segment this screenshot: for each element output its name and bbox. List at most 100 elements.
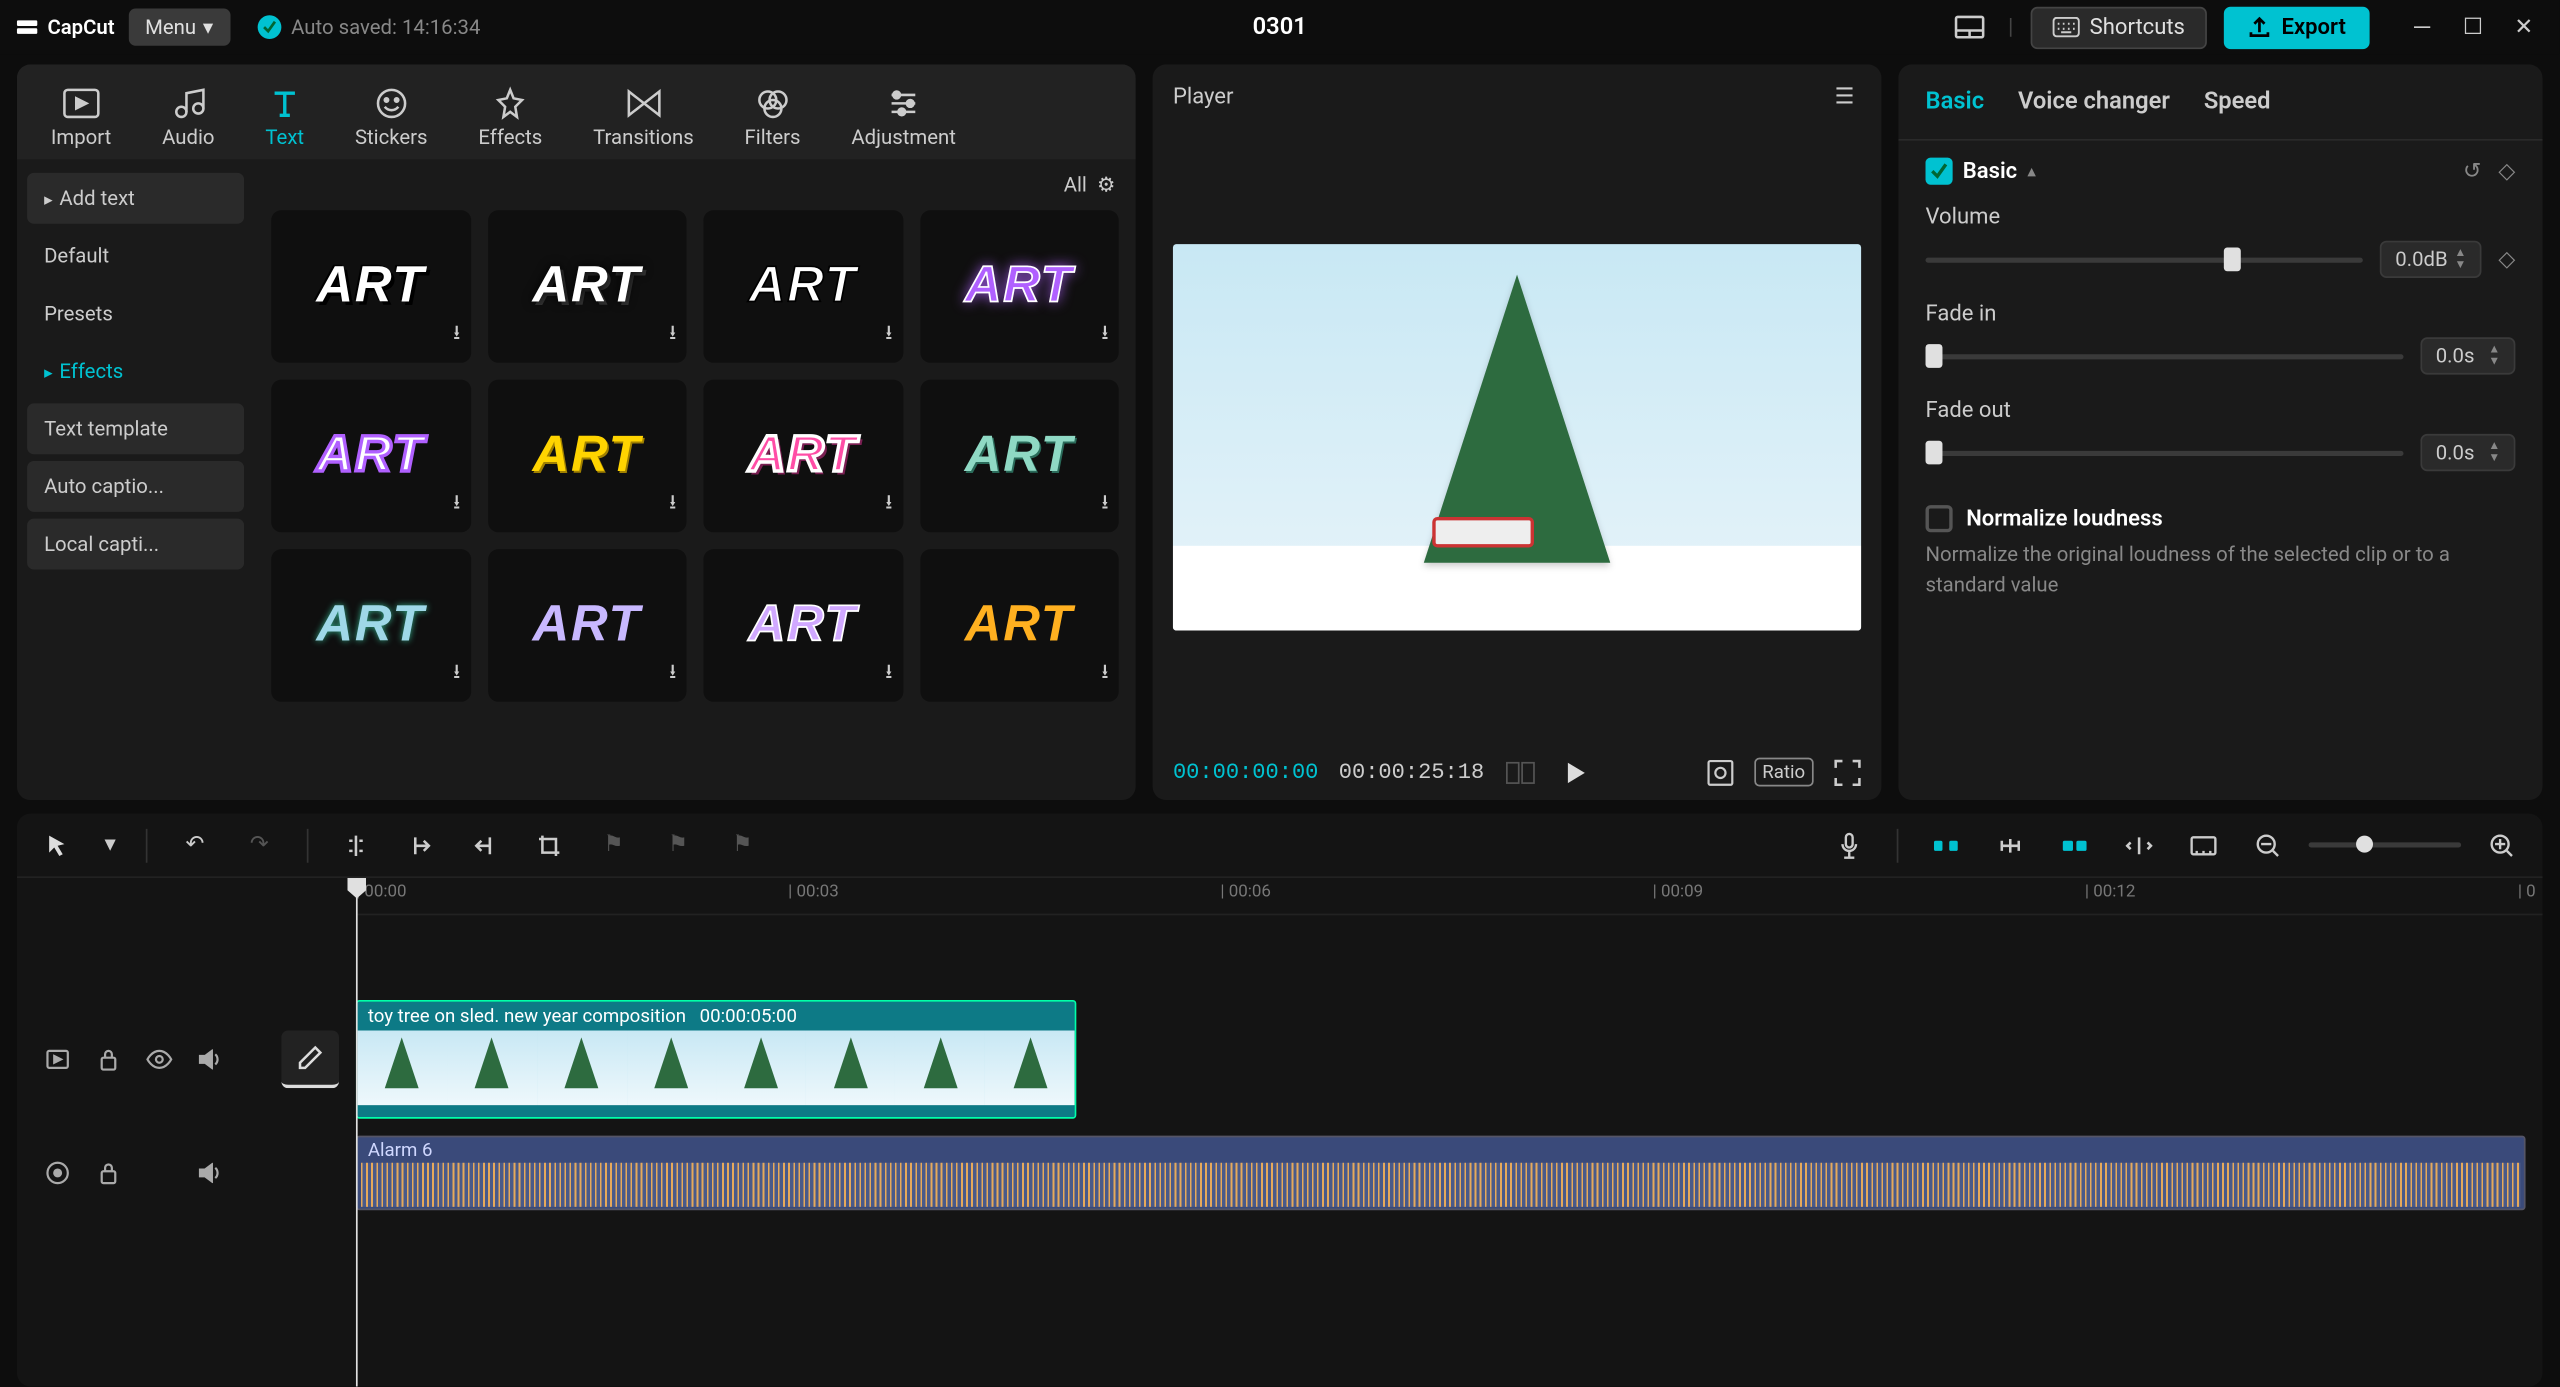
snap-icon[interactable]	[2051, 821, 2098, 868]
video-clip[interactable]: toy tree on sled. new year composition 0…	[356, 1000, 1076, 1119]
track-mute-icon[interactable]	[193, 1042, 227, 1076]
stepper-icon[interactable]: ▲▼	[2488, 441, 2500, 465]
redo-button[interactable]: ↷	[236, 821, 283, 868]
filter-icon[interactable]: ⚙	[1097, 173, 1115, 197]
zoom-slider[interactable]	[2309, 842, 2462, 847]
selection-tool[interactable]	[34, 821, 81, 868]
ratio-button[interactable]: Ratio	[1754, 758, 1814, 787]
download-icon[interactable]: ⭳	[885, 656, 892, 692]
library-tab-stickers[interactable]: Stickers	[338, 75, 445, 160]
section-checkbox-icon[interactable]	[1926, 158, 1953, 185]
properties-tab-speed[interactable]: Speed	[2204, 81, 2271, 122]
download-icon[interactable]: ⭳	[1101, 656, 1108, 692]
link-icon[interactable]	[1987, 821, 2034, 868]
text-effect-tile[interactable]: ART⭳	[271, 549, 470, 702]
volume-value[interactable]: 0.0dB▲▼	[2380, 241, 2481, 278]
download-icon[interactable]: ⭳	[885, 486, 892, 522]
maximize-button[interactable]: ☐	[2451, 5, 2495, 49]
track-lock-icon[interactable]	[92, 1042, 126, 1076]
text-effect-tile[interactable]: ART⭳	[271, 380, 470, 533]
download-icon[interactable]: ⭳	[453, 486, 460, 522]
crop-tool[interactable]	[525, 821, 572, 868]
fadein-slider[interactable]	[1926, 353, 2404, 358]
basic-section-header[interactable]: Basic ▴ ↺ ◇	[1926, 158, 2516, 185]
track-lock-icon[interactable]	[92, 1156, 126, 1190]
player-viewport[interactable]	[1153, 131, 1882, 745]
text-effect-tile[interactable]: ART⭳	[703, 210, 902, 363]
undo-button[interactable]: ↶	[171, 821, 218, 868]
stepper-icon[interactable]: ▲▼	[2488, 344, 2500, 368]
text-effect-tile[interactable]: ART⭳	[920, 380, 1119, 533]
play-button[interactable]	[1562, 760, 1586, 784]
track-video-icon[interactable]	[41, 1042, 75, 1076]
checkbox-empty-icon[interactable]	[1926, 505, 1953, 532]
download-icon[interactable]: ⭳	[669, 317, 676, 353]
magnet-icon[interactable]	[1922, 821, 1969, 868]
library-tab-import[interactable]: Import	[34, 75, 128, 160]
normalize-row[interactable]: Normalize loudness	[1926, 505, 2516, 532]
audio-clip[interactable]: Alarm 6	[356, 1136, 2526, 1211]
text-effect-tile[interactable]: ART⭳	[487, 380, 686, 533]
download-icon[interactable]: ⭳	[669, 656, 676, 692]
playhead[interactable]	[356, 878, 358, 1387]
scale-icon[interactable]	[1706, 759, 1733, 786]
track-mute-icon[interactable]	[193, 1156, 227, 1190]
layout-icon[interactable]	[1947, 8, 1991, 45]
text-effect-tile[interactable]: ART⭳	[271, 210, 470, 363]
volume-slider[interactable]	[1926, 257, 2364, 262]
text-effect-tile[interactable]: ART⭳	[703, 380, 902, 533]
marker-b-tool[interactable]: ⚑	[654, 821, 701, 868]
fullscreen-icon[interactable]	[1834, 759, 1861, 786]
properties-tab-basic[interactable]: Basic	[1926, 81, 1985, 122]
shortcuts-button[interactable]: Shortcuts	[2030, 6, 2207, 48]
menu-button[interactable]: Menu ▾	[128, 8, 230, 45]
timeline-ruler[interactable]: | 00:00| 00:03| 00:06| 00:09| 00:12| 0	[356, 878, 2543, 915]
library-tab-effects[interactable]: Effects	[461, 75, 559, 160]
download-icon[interactable]: ⭳	[1101, 486, 1108, 522]
selection-dropdown[interactable]: ▾	[98, 821, 122, 868]
download-icon[interactable]: ⭳	[885, 317, 892, 353]
marker-c-tool[interactable]: ⚑	[719, 821, 766, 868]
library-tab-transitions[interactable]: Transitions	[576, 75, 710, 160]
zoom-out-icon[interactable]	[2244, 821, 2291, 868]
sidebar-item-default[interactable]: Default	[27, 231, 244, 282]
export-button[interactable]: Export	[2224, 6, 2370, 48]
sidebar-item-template[interactable]: Text template	[27, 403, 244, 454]
download-icon[interactable]: ⭳	[453, 317, 460, 353]
split-tool[interactable]	[332, 821, 379, 868]
keyframe-icon[interactable]: ◇	[2498, 158, 2515, 183]
text-effect-tile[interactable]: ART⭳	[703, 549, 902, 702]
library-tab-filters[interactable]: Filters	[728, 75, 818, 160]
microphone-icon[interactable]	[1826, 821, 1873, 868]
cover-icon[interactable]	[2180, 821, 2227, 868]
close-button[interactable]: ✕	[2502, 5, 2546, 49]
marker-a-tool[interactable]: ⚑	[590, 821, 637, 868]
minimize-button[interactable]: ─	[2400, 5, 2444, 49]
text-effect-tile[interactable]: ART⭳	[920, 210, 1119, 363]
library-tab-audio[interactable]: Audio	[145, 75, 231, 160]
sidebar-item-localcap[interactable]: Local capti...	[27, 519, 244, 570]
properties-tab-voice[interactable]: Voice changer	[2018, 81, 2170, 122]
compare-icon[interactable]	[1505, 760, 1536, 784]
download-icon[interactable]: ⭳	[453, 656, 460, 692]
sidebar-item-autocap[interactable]: Auto captio...	[27, 461, 244, 512]
download-icon[interactable]: ⭳	[1101, 317, 1108, 353]
reset-icon[interactable]: ↺	[2463, 158, 2481, 183]
sidebar-item-effects[interactable]: ▸Effects	[27, 346, 244, 397]
library-tab-text[interactable]: Text	[248, 75, 321, 160]
library-tab-adjustment[interactable]: Adjustment	[834, 75, 972, 160]
fadeout-slider[interactable]	[1926, 450, 2404, 455]
text-effect-tile[interactable]: ART⭳	[920, 549, 1119, 702]
download-icon[interactable]: ⭳	[669, 486, 676, 522]
sidebar-item-presets[interactable]: Presets	[27, 288, 244, 339]
player-menu-icon[interactable]: ☰	[1828, 78, 1861, 117]
zoom-in-icon[interactable]	[2478, 821, 2525, 868]
fadeout-value[interactable]: 0.0s▲▼	[2420, 434, 2515, 471]
preview-icon[interactable]	[2115, 821, 2162, 868]
track-audio-icon[interactable]	[41, 1156, 75, 1190]
filter-all-button[interactable]: All	[1064, 173, 1087, 197]
text-effect-tile[interactable]: ART⭳	[487, 549, 686, 702]
trim-left-tool[interactable]	[397, 821, 444, 868]
trim-right-tool[interactable]	[461, 821, 508, 868]
sidebar-item-addtext[interactable]: ▸Add text	[27, 173, 244, 224]
